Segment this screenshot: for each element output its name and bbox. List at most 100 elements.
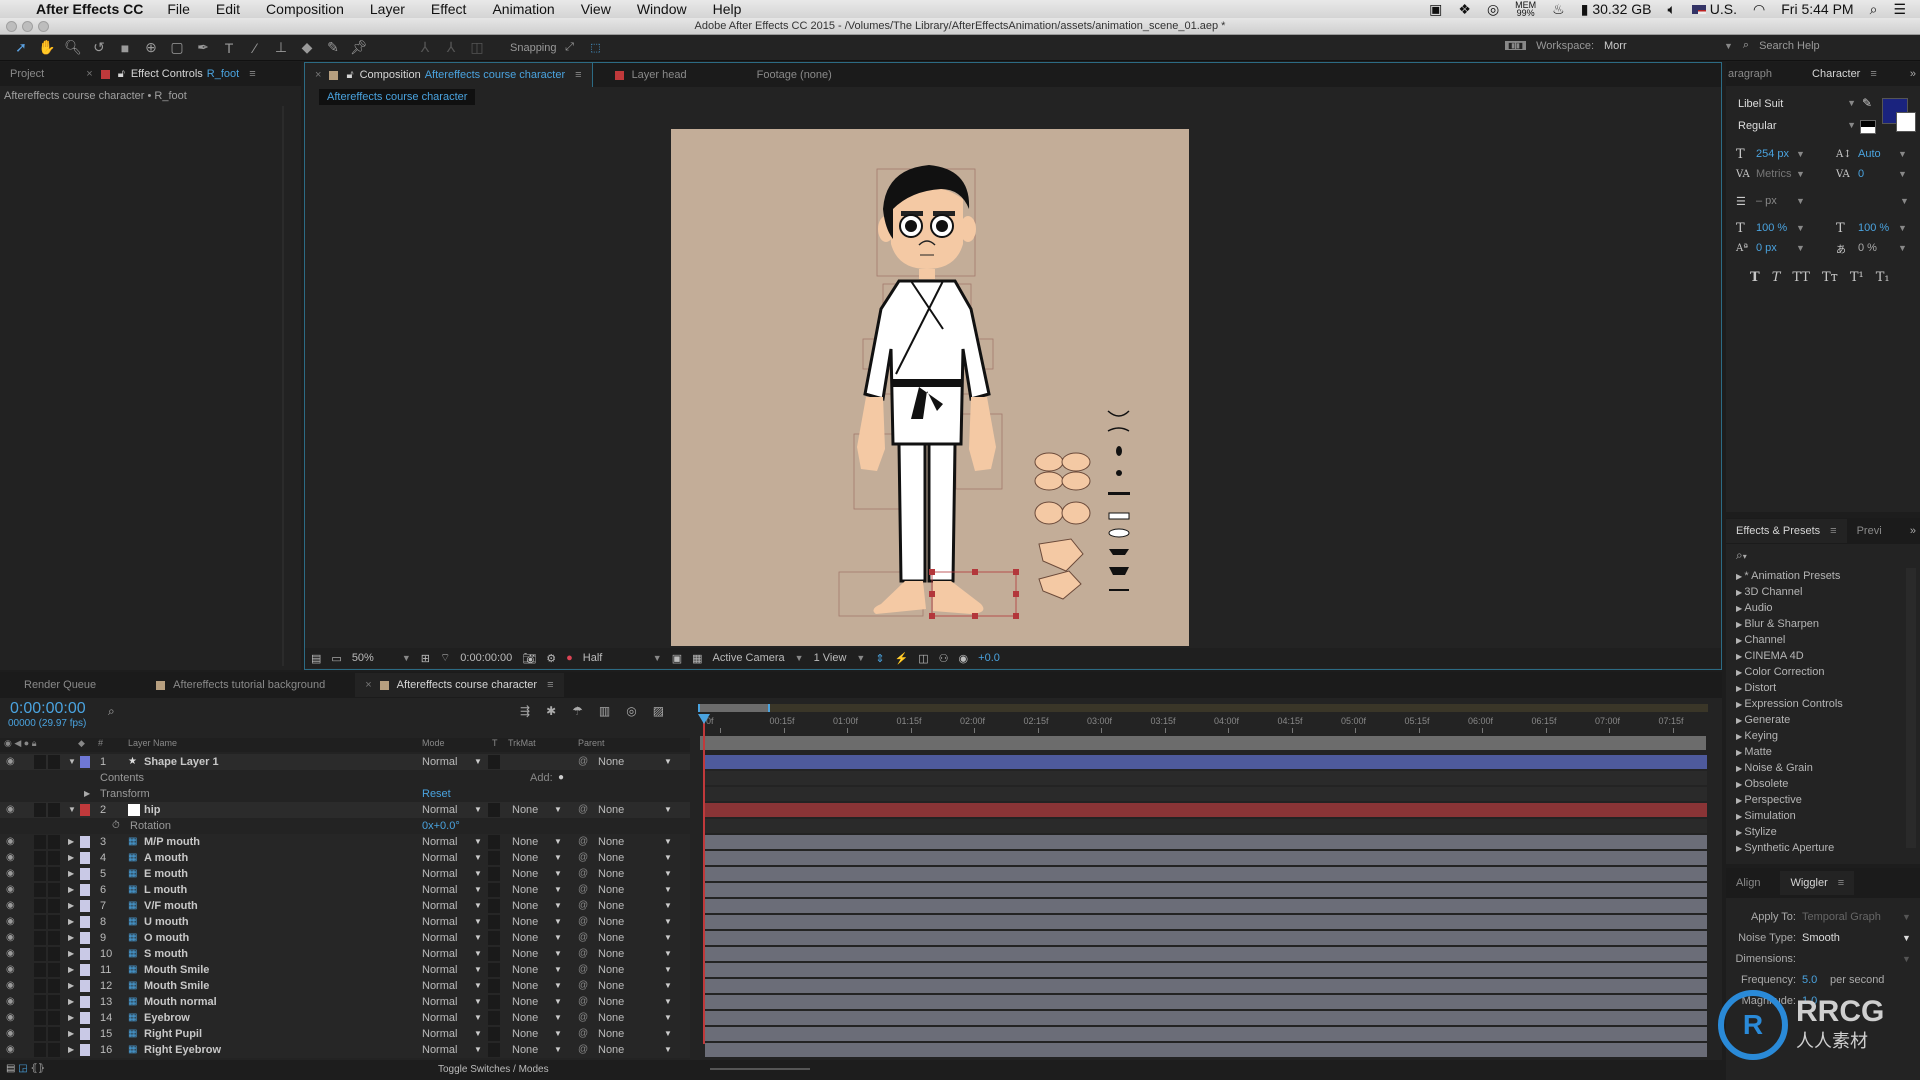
- view-layout-select[interactable]: 1 View: [814, 652, 847, 664]
- blend-mode-dropdown-icon[interactable]: ▼: [474, 882, 482, 898]
- parent-dropdown-icon[interactable]: ▼: [664, 994, 672, 1010]
- layer-name[interactable]: O mouth: [144, 930, 189, 946]
- blend-mode-dropdown-icon[interactable]: ▼: [474, 754, 482, 770]
- track-matte-dropdown-icon[interactable]: ▼: [554, 850, 562, 866]
- parent-pickwhip-icon[interactable]: @: [578, 834, 588, 850]
- tab-preview[interactable]: Previ: [1847, 519, 1892, 543]
- blend-mode-select[interactable]: Normal: [422, 978, 457, 994]
- effects-category[interactable]: ▶ CINEMA 4D: [1728, 648, 1904, 664]
- layer-property-row[interactable]: Contents Add: ●: [0, 770, 690, 786]
- layer-duration-bar[interactable]: [705, 867, 1707, 881]
- preserve-transparency-box[interactable]: [488, 931, 500, 945]
- puppet-pin-tool-icon[interactable]: 📌︎: [348, 38, 370, 58]
- blend-mode-dropdown-icon[interactable]: ▼: [474, 866, 482, 882]
- rotate-tool-icon[interactable]: ↺: [88, 38, 110, 58]
- tab-wiggler[interactable]: Wiggler ≡: [1780, 871, 1855, 895]
- layer-duration-bar[interactable]: [705, 755, 1707, 769]
- layer-duration-bar[interactable]: [705, 915, 1707, 929]
- solo-box[interactable]: [34, 835, 46, 849]
- spotlight-search-icon[interactable]: ⌕: [1870, 1, 1878, 18]
- layer-duration-bar[interactable]: [705, 979, 1707, 993]
- panel-menu-icon[interactable]: ≡: [575, 69, 581, 81]
- volume-icon[interactable]: 🔈︎: [1667, 1, 1675, 18]
- baseline-shift-field[interactable]: 0 px: [1756, 242, 1796, 254]
- track-matte-dropdown-icon[interactable]: ▼: [554, 978, 562, 994]
- tab-align[interactable]: Align: [1726, 871, 1770, 895]
- preserve-transparency-box[interactable]: [488, 867, 500, 881]
- zoom-window-button[interactable]: [38, 21, 49, 32]
- layer-label-color[interactable]: [80, 980, 90, 992]
- track-matte-dropdown-icon[interactable]: ▼: [554, 1010, 562, 1026]
- mode-header[interactable]: Mode: [422, 738, 445, 748]
- expand-arrow-icon[interactable]: ▶: [68, 882, 74, 898]
- expand-arrow-icon[interactable]: ▶: [68, 1026, 74, 1042]
- parent-dropdown-icon[interactable]: ▼: [664, 946, 672, 962]
- track-matte-dropdown-icon[interactable]: ▼: [554, 882, 562, 898]
- menu-help[interactable]: Help: [713, 1, 742, 17]
- track-matte-dropdown-icon[interactable]: ▼: [554, 898, 562, 914]
- workspace-select[interactable]: Morr: [1604, 40, 1714, 52]
- parent-pickwhip-icon[interactable]: @: [578, 802, 588, 818]
- layer-label-color[interactable]: [80, 884, 90, 896]
- parent-pickwhip-icon[interactable]: @: [578, 1042, 588, 1058]
- solo-box[interactable]: [34, 1027, 46, 1041]
- layer-row[interactable]: ◉ ▶ 11 ▦ Mouth Smile Normal ▼ None ▼ @ None ▼: [0, 962, 690, 978]
- expand-arrow-icon[interactable]: ▶: [68, 946, 74, 962]
- roto-brush-tool-icon[interactable]: ✎: [322, 38, 344, 58]
- view-layout-dropdown-icon[interactable]: ▼: [856, 653, 865, 663]
- snapping-label[interactable]: Snapping: [510, 42, 557, 54]
- camera-tool-icon[interactable]: ■: [114, 38, 136, 58]
- region-of-interest-icon[interactable]: ▣: [672, 652, 682, 665]
- track-matte-select[interactable]: None: [512, 850, 538, 866]
- track-matte-select[interactable]: None: [512, 962, 538, 978]
- apply-to-dropdown-icon[interactable]: ▼: [1902, 912, 1911, 922]
- lock-box[interactable]: [48, 851, 60, 865]
- expand-arrow-icon[interactable]: ▶: [68, 930, 74, 946]
- parent-select[interactable]: None: [598, 946, 624, 962]
- effects-category[interactable]: ▶ Generate: [1728, 712, 1904, 728]
- menu-effect[interactable]: Effect: [431, 1, 467, 17]
- track-matte-select[interactable]: None: [512, 1026, 538, 1042]
- track-matte-select[interactable]: None: [512, 1010, 538, 1026]
- tsume-field[interactable]: 0 %: [1858, 242, 1898, 254]
- preserve-transparency-box[interactable]: [488, 803, 500, 817]
- faux-italic-button[interactable]: T: [1772, 270, 1781, 285]
- parent-pickwhip-icon[interactable]: @: [578, 866, 588, 882]
- blend-mode-select[interactable]: Normal: [422, 914, 457, 930]
- parent-pickwhip-icon[interactable]: @: [578, 1026, 588, 1042]
- magnification-select[interactable]: 50%: [352, 652, 392, 664]
- solo-box[interactable]: [34, 803, 46, 817]
- lock-box[interactable]: [48, 995, 60, 1009]
- tab-course-character[interactable]: × Aftereffects course character ≡: [355, 673, 564, 697]
- preserve-transparency-box[interactable]: [488, 947, 500, 961]
- zoom-slider[interactable]: [710, 1068, 810, 1070]
- track-matte-select[interactable]: None: [512, 882, 538, 898]
- visibility-eye-icon[interactable]: ◉: [6, 754, 15, 770]
- tab-paragraph[interactable]: aragraph: [1726, 62, 1782, 86]
- visibility-eye-icon[interactable]: ◉: [6, 946, 15, 962]
- visibility-eye-icon[interactable]: ◉: [6, 1026, 15, 1042]
- panel-menu-icon[interactable]: ≡: [547, 679, 553, 691]
- effects-category[interactable]: ▶ 3D Channel: [1728, 584, 1904, 600]
- parent-pickwhip-icon[interactable]: @: [578, 754, 588, 770]
- font-style-select[interactable]: Regular ▼: [1738, 120, 1856, 132]
- lock-box[interactable]: [48, 1043, 60, 1057]
- layer-search-icon[interactable]: ⌕: [108, 704, 115, 719]
- parent-dropdown-icon[interactable]: ▼: [664, 914, 672, 930]
- blend-mode-dropdown-icon[interactable]: ▼: [474, 978, 482, 994]
- layer-duration-bar[interactable]: [705, 883, 1707, 897]
- add-icon[interactable]: ●: [558, 770, 564, 786]
- apply-to-select[interactable]: Temporal Graph: [1802, 911, 1902, 923]
- lock-box[interactable]: [48, 915, 60, 929]
- rectangle-tool-icon[interactable]: ▢: [166, 38, 188, 58]
- safe-zones-icon[interactable]: ⊞: [421, 652, 430, 665]
- layer-row[interactable]: ◉ ▶ 8 ▦ U mouth Normal ▼ None ▼ @ None ▼: [0, 914, 690, 930]
- layer-duration-bar[interactable]: [705, 931, 1707, 945]
- dropbox-icon[interactable]: ❖: [1458, 1, 1471, 18]
- layer-label-color[interactable]: [80, 996, 90, 1008]
- lock-box[interactable]: [48, 867, 60, 881]
- visibility-eye-icon[interactable]: ◉: [6, 834, 15, 850]
- layer-name[interactable]: L mouth: [144, 882, 187, 898]
- expand-arrow-icon[interactable]: ▼: [68, 754, 76, 770]
- parent-dropdown-icon[interactable]: ▼: [664, 1010, 672, 1026]
